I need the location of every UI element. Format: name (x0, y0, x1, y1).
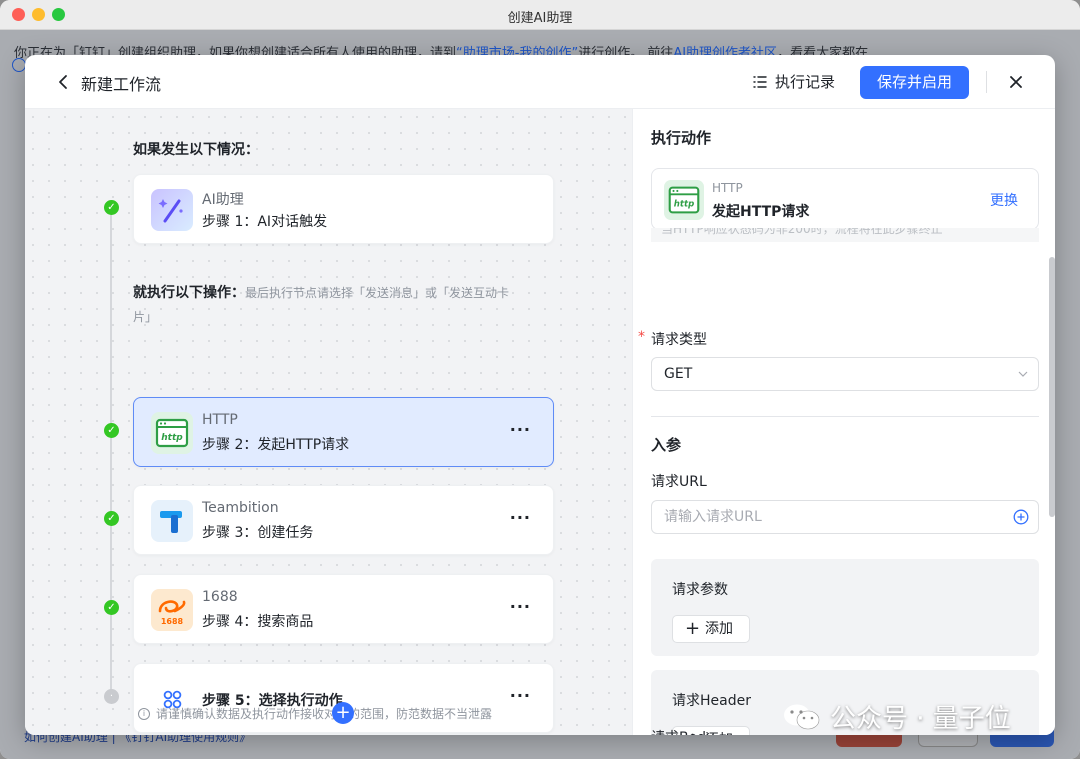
add-step-button[interactable]: + (332, 702, 354, 724)
add-query-param-button[interactable]: + 添加 (672, 615, 750, 643)
panel-title: 执行动作 (651, 129, 712, 147)
workflow-node-step-4[interactable]: 1688 1688 步骤 4：搜索商品 ··· (133, 574, 554, 644)
execution-log-button[interactable]: 执行记录 (753, 71, 835, 92)
teambition-icon (151, 500, 193, 542)
http-icon: http (151, 412, 193, 454)
action-config-panel: 执行动作 http HTTP 发起HTTP请求 更换 当HTTP响应状态码为非2… (632, 109, 1055, 735)
workflow-node-step-1[interactable]: AI助理 步骤 1：AI对话触发 (133, 174, 554, 244)
new-workflow-modal: 新建工作流 执行记录 保存并启用 如果发生以下情况： ✓ AI助理 步骤 1：A… (25, 55, 1055, 735)
http-icon: http (664, 180, 704, 220)
flow-connector-line (110, 207, 112, 695)
data-privacy-tip: i 请谨慎确认数据及执行动作接收对象的范围，防范数据不当泄露 (138, 705, 492, 722)
plus-icon: + (685, 618, 701, 639)
action-name: HTTP (712, 181, 743, 195)
http-icon-text: http (674, 200, 694, 210)
node-4-name: 1688 (202, 589, 238, 605)
node-3-name: Teambition (202, 500, 279, 516)
app-window: 创建AI助理 你正在为「钉钉」创建组织助理，如果你想创建适合所有人使用的助理，请… (0, 0, 1080, 759)
step-1-status-icon: ✓ (104, 200, 119, 215)
action-section-hint: 最后执行节点请选择「发送消息」或「发送互动卡 (245, 286, 510, 300)
data-privacy-tip-text: 请谨慎确认数据及执行动作接收对象的范围，防范数据不当泄露 (156, 707, 493, 721)
window-title: 创建AI助理 (507, 11, 573, 26)
modal-header: 新建工作流 执行记录 保存并启用 (25, 55, 1055, 109)
action-section-hint-2: 片」 (133, 310, 158, 324)
header-divider (986, 71, 987, 93)
request-body-label: 请求Body (651, 727, 714, 735)
1688-icon-text: 1688 (161, 617, 184, 626)
query-params-section: 请求参数 + 添加 (651, 559, 1039, 656)
wechat-icon (784, 704, 820, 729)
title-bar: 创建AI助理 (0, 0, 1080, 30)
back-arrow-icon[interactable] (55, 73, 73, 91)
action-section-title: 就执行以下操作：最后执行节点请选择「发送消息」或「发送互动卡片」 (133, 281, 553, 329)
insert-variable-icon[interactable] (1013, 509, 1029, 525)
section-divider (651, 416, 1039, 417)
request-type-select[interactable]: GET (651, 357, 1039, 391)
request-type-value: GET (664, 366, 693, 382)
action-note: 当HTTP响应状态码为非200时，流程将在此步骤终止 (651, 228, 1039, 242)
node-2-more-icon[interactable]: ··· (510, 420, 531, 439)
node-4-more-icon[interactable]: ··· (510, 597, 531, 616)
http-icon-text: http (161, 433, 183, 443)
request-url-input[interactable] (651, 500, 1039, 534)
panel-scrollbar[interactable] (1049, 257, 1055, 517)
query-params-title: 请求参数 (672, 582, 728, 598)
workflow-node-step-3[interactable]: Teambition 步骤 3：创建任务 ··· (133, 485, 554, 555)
node-5-more-icon[interactable]: ··· (510, 686, 531, 705)
required-marker: * (638, 329, 645, 345)
request-url-label: 请求URL (651, 474, 707, 490)
node-2-step: 步骤 2：发起HTTP请求 (202, 437, 350, 453)
list-icon (753, 75, 767, 88)
header-title: 请求Header (672, 693, 751, 709)
node-1-step: 步骤 1：AI对话触发 (202, 214, 328, 230)
request-type-label: 请求类型 (651, 332, 707, 348)
workflow-canvas[interactable]: 如果发生以下情况： ✓ AI助理 步骤 1：AI对话触发 就执行以下操作：最后执… (25, 109, 632, 735)
modal-title: 新建工作流 (81, 75, 162, 94)
watermark-text: 公众号 · 量子位 (830, 704, 1011, 734)
1688-icon: 1688 (151, 589, 193, 631)
input-params-title: 入参 (651, 436, 682, 454)
trigger-section-title: 如果发生以下情况： (133, 142, 259, 158)
action-step: 发起HTTP请求 (712, 204, 810, 220)
magic-wand-icon (151, 189, 193, 231)
info-icon: i (138, 707, 150, 720)
step-3-status-icon: ✓ (104, 511, 119, 526)
step-5-status-icon: · (104, 689, 119, 704)
replace-action-button[interactable]: 更换 (990, 190, 1018, 210)
node-3-more-icon[interactable]: ··· (510, 508, 531, 527)
watermark: 公众号 · 量子位 (782, 698, 1011, 735)
node-3-step: 步骤 3：创建任务 (202, 525, 314, 541)
node-2-name: HTTP (202, 412, 238, 428)
add-query-param-label: 添加 (705, 621, 733, 637)
step-2-status-icon: ✓ (104, 423, 119, 438)
save-and-enable-button[interactable]: 保存并启用 (860, 66, 969, 99)
node-4-step: 步骤 4：搜索商品 (202, 614, 314, 630)
node-1-name: AI助理 (202, 192, 244, 208)
action-section-label: 就执行以下操作： (133, 285, 245, 301)
close-icon[interactable] (1007, 73, 1025, 91)
action-note-text: 当HTTP响应状态码为非200时，流程将在此步骤终止 (661, 228, 943, 236)
chevron-down-icon (1018, 371, 1028, 377)
selected-action-card: http HTTP 发起HTTP请求 更换 (651, 168, 1039, 230)
execution-log-label: 执行记录 (775, 73, 836, 91)
workflow-node-step-2[interactable]: http HTTP 步骤 2：发起HTTP请求 ··· (133, 397, 554, 467)
step-4-status-icon: ✓ (104, 600, 119, 615)
